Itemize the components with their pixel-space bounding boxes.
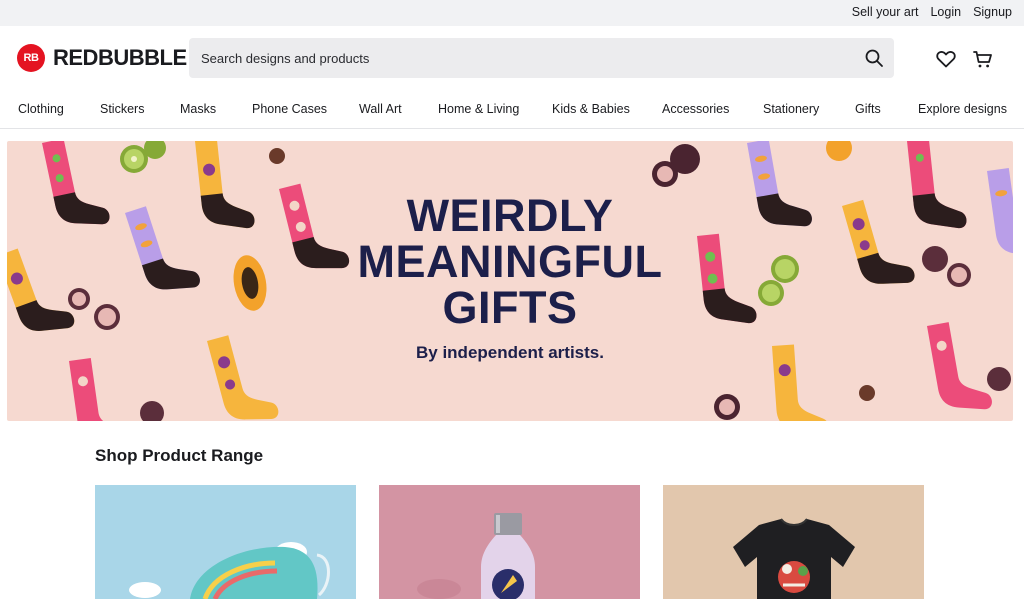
tshirt-image [733,518,855,599]
face-mask-image [129,542,330,599]
nav-item-accessories[interactable]: Accessories [662,102,729,116]
hero-title-line-1: WEIRDLY [406,190,614,241]
heart-icon[interactable] [935,48,957,70]
nav-item-gifts[interactable]: Gifts [855,102,881,116]
nav-item-home-living[interactable]: Home & Living [438,102,519,116]
nav-item-clothing[interactable]: Clothing [18,102,64,116]
nav-item-masks[interactable]: Masks [180,102,216,116]
nav-item-stickers[interactable]: Stickers [100,102,144,116]
site-logo[interactable]: RB REDBUBBLE [17,44,187,72]
search-icon[interactable] [864,48,884,68]
hero-banner[interactable]: WEIRDLY MEANINGFUL GIFTS By independent … [7,141,1013,421]
nav-item-explore-designs[interactable]: Explore designs [918,102,1007,116]
account-links: Sell your art Login Signup [852,5,1012,19]
hero-headline: WEIRDLY MEANINGFUL GIFTS By independent … [7,193,1013,363]
product-card-masks[interactable] [95,485,356,599]
sell-your-art-link[interactable]: Sell your art [852,5,919,19]
nav-item-wall-art[interactable]: Wall Art [359,102,402,116]
category-nav: Clothing Stickers Masks Phone Cases Wall… [0,90,1024,129]
product-card-tshirt[interactable] [663,485,924,599]
logo-wordmark: REDBUBBLE [53,45,187,70]
signup-link[interactable]: Signup [973,5,1012,19]
hero-title-line-2: MEANINGFUL [357,236,663,287]
logo-badge-icon: RB [17,44,45,72]
nav-item-stationery[interactable]: Stationery [763,102,819,116]
site-header: RB REDBUBBLE [0,26,1024,90]
utility-bar: Sell your art Login Signup [0,0,1024,26]
product-card-water-bottle[interactable] [379,485,640,599]
nav-item-kids-babies[interactable]: Kids & Babies [552,102,630,116]
cart-icon[interactable] [972,48,994,70]
login-link[interactable]: Login [930,5,961,19]
search-input[interactable] [189,38,839,78]
section-title: Shop Product Range [95,446,264,465]
hero-title-line-3: GIFTS [442,282,578,333]
water-bottle-image [417,513,535,599]
nav-item-phone-cases[interactable]: Phone Cases [252,102,327,116]
hero-subtitle: By independent artists. [416,343,604,362]
search-bar [189,38,894,78]
